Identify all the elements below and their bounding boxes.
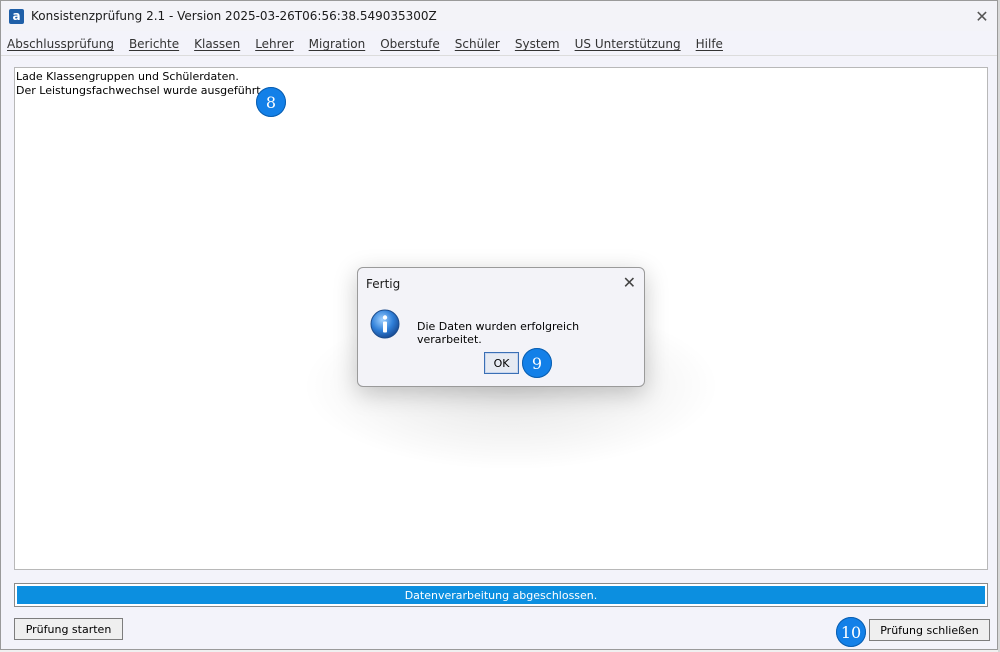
menu-schueler[interactable]: Schüler [448,37,508,51]
step-badge-close: 10 [836,617,866,647]
menu-klassen[interactable]: Klassen [187,37,248,51]
menu-bar: Abschlussprüfung Berichte Klassen Lehrer… [1,33,997,56]
menu-lehrer[interactable]: Lehrer [248,37,301,51]
window-title: Konsistenzprüfung 2.1 - Version 2025-03-… [31,9,437,23]
ok-button[interactable]: OK [484,352,519,374]
progress-bar: Datenverarbeitung abgeschlossen. [14,583,988,607]
title-bar: a Konsistenzprüfung 2.1 - Version 2025-0… [1,1,997,31]
progress-fill: Datenverarbeitung abgeschlossen. [17,586,985,604]
done-dialog: Fertig ✕ Die Daten wurden erfolgreich ve… [357,267,645,387]
close-check-button[interactable]: Prüfung schließen [869,619,990,641]
dialog-close-button[interactable]: ✕ [623,273,636,292]
dialog-title: Fertig [366,277,401,291]
log-line: Lade Klassengruppen und Schülerdaten. [16,70,239,83]
start-check-button[interactable]: Prüfung starten [14,618,123,640]
app-icon: a [9,8,24,24]
menu-migration[interactable]: Migration [302,37,374,51]
dialog-message: Die Daten wurden erfolgreich verarbeitet… [417,320,580,346]
menu-oberstufe[interactable]: Oberstufe [373,37,448,51]
main-window: a Konsistenzprüfung 2.1 - Version 2025-0… [0,0,998,650]
log-line: Der Leistungsfachwechsel wurde ausgeführ… [16,84,265,97]
menu-berichte[interactable]: Berichte [122,37,187,51]
info-icon [370,309,400,339]
menu-system[interactable]: System [508,37,568,51]
step-badge-ok: 9 [522,348,552,378]
menu-hilfe[interactable]: Hilfe [689,37,731,51]
menu-us-unterstuetzung[interactable]: US Unterstützung [568,37,689,51]
step-badge-log: 8 [256,87,286,117]
window-close-button[interactable]: ✕ [967,1,997,31]
menu-abschlusspruefung[interactable]: Abschlussprüfung [1,37,122,51]
